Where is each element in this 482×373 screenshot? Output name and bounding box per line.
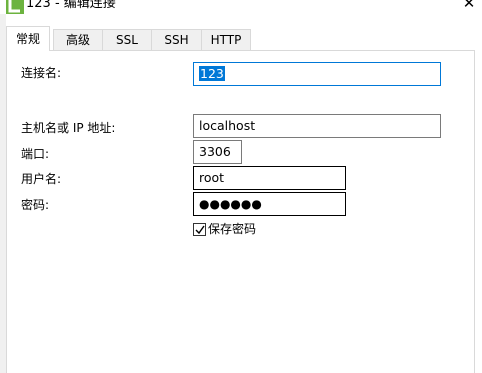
connection-name-label: 连接名: [21,66,62,80]
save-password-checkbox[interactable] [193,223,206,236]
tab-ssl[interactable]: SSL [102,29,152,50]
checkmark-icon [195,225,205,235]
window-title: 123 - 编辑连接 [26,0,116,11]
tab-general[interactable]: 常规 [6,26,50,51]
password-label: 密码: [21,198,50,212]
host-label: 主机名或 IP 地址: [21,121,116,135]
tab-advanced[interactable]: 高级 [53,29,103,50]
tab-http[interactable]: HTTP [201,29,251,50]
port-input[interactable]: 3306 [193,140,242,164]
port-label: 端口: [21,147,50,161]
close-button[interactable]: ✕ [456,0,482,13]
edit-connection-window: 123 - 编辑连接 ✕ 常规 高级 SSL SSH HTTP 连接名: 123… [0,0,482,373]
password-value: ●●●●●● [199,197,262,211]
save-password-label: 保存密码 [208,222,257,236]
close-icon: ✕ [462,0,476,12]
connection-name-value: 123 [199,66,225,81]
username-label: 用户名: [21,172,62,186]
username-input[interactable]: root [193,166,346,190]
connection-name-input[interactable]: 123 [193,62,441,86]
navicat-icon [6,0,24,14]
tab-ssh[interactable]: SSH [151,29,202,50]
host-input[interactable]: localhost [193,114,441,138]
password-input[interactable]: ●●●●●● [193,192,346,216]
tab-bar: 常规 高级 SSL SSH HTTP [6,26,482,51]
title-bar[interactable]: 123 - 编辑连接 ✕ [0,0,482,14]
